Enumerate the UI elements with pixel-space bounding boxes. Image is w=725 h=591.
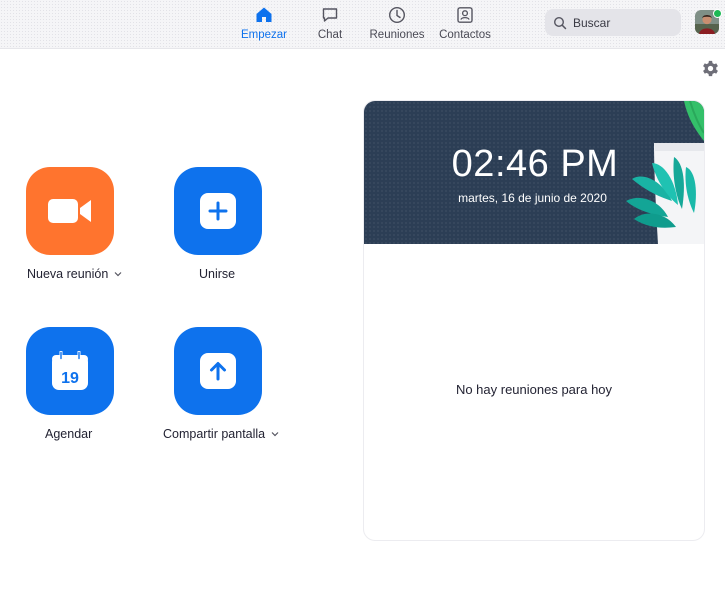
- join-label-row: Unirse: [199, 267, 235, 281]
- chevron-down-icon[interactable]: [271, 430, 279, 438]
- video-camera-icon: [48, 199, 91, 223]
- search-icon: [553, 16, 567, 29]
- calendar-icon: 19: [52, 351, 88, 390]
- join-label: Unirse: [199, 267, 236, 281]
- share-screen-button[interactable]: [174, 327, 262, 415]
- gear-icon[interactable]: [701, 59, 720, 78]
- tab-contactos-label: Contactos: [439, 29, 491, 41]
- join-button[interactable]: [174, 167, 262, 255]
- no-meetings-message: No hay reuniones para hoy: [455, 382, 613, 397]
- clock-icon: [388, 6, 406, 24]
- tab-chat[interactable]: Chat: [316, 6, 344, 44]
- tab-reuniones-label: Reuniones: [369, 29, 425, 41]
- online-status-dot: [713, 9, 722, 18]
- plant-illustration: [626, 101, 704, 244]
- current-date: martes, 16 de junio de 2020: [458, 191, 607, 205]
- search-box[interactable]: [545, 9, 681, 36]
- search-input[interactable]: [573, 15, 673, 30]
- tab-empezar[interactable]: Empezar: [241, 6, 287, 44]
- calendar-day-number: 19: [61, 370, 79, 387]
- tab-chat-label: Chat: [317, 29, 343, 41]
- tab-empezar-label: Empezar: [240, 29, 288, 41]
- tab-reuniones[interactable]: Reuniones: [369, 6, 425, 44]
- chat-icon: [322, 8, 338, 22]
- top-navigation-bar: Empezar Chat Reuniones Contactos: [0, 0, 725, 49]
- clock-banner: 02:46 PM martes, 16 de junio de 2020: [364, 101, 704, 244]
- schedule-label-row: Agendar: [45, 427, 92, 441]
- schedule-button[interactable]: 19: [26, 327, 114, 415]
- plus-icon: [200, 193, 236, 229]
- share-screen-label-row[interactable]: Compartir pantalla: [163, 427, 279, 441]
- new-meeting-label-row[interactable]: Nueva reunión: [27, 267, 122, 281]
- share-screen-up-arrow-icon: [200, 353, 236, 389]
- share-screen-label: Compartir pantalla: [163, 427, 266, 441]
- new-meeting-label: Nueva reunión: [27, 267, 109, 281]
- contacts-icon: [457, 7, 473, 23]
- current-time: 02:46 PM: [451, 143, 619, 185]
- chevron-down-icon[interactable]: [114, 270, 122, 278]
- schedule-label: Agendar: [45, 427, 93, 441]
- new-meeting-button[interactable]: [26, 167, 114, 255]
- tab-contactos[interactable]: Contactos: [438, 6, 492, 44]
- upcoming-meetings-panel: 02:46 PM martes, 16 de junio de 2020 No …: [363, 100, 705, 541]
- home-icon: [256, 7, 272, 22]
